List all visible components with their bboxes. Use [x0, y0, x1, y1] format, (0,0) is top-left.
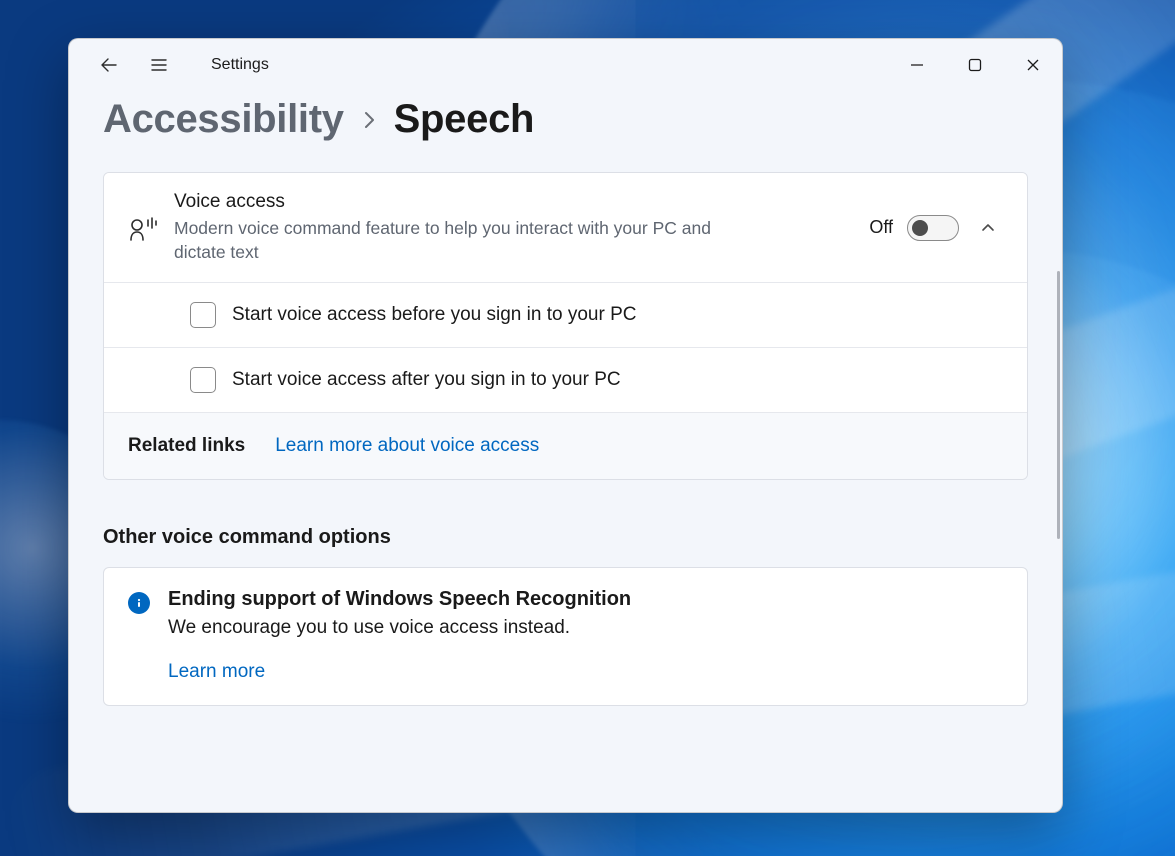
nav-menu-button[interactable]	[137, 45, 181, 85]
voice-access-expander[interactable]	[973, 213, 1003, 243]
voice-access-toggle-label: Off	[869, 217, 893, 238]
voice-access-group: Voice access Modern voice command featur…	[103, 172, 1028, 480]
start-before-signin-checkbox[interactable]	[190, 302, 216, 328]
content-area: Accessibility Speech Voice a	[69, 91, 1062, 812]
breadcrumb: Accessibility Speech	[103, 97, 1028, 142]
maximize-button[interactable]	[946, 45, 1004, 85]
voice-access-header-row[interactable]: Voice access Modern voice command featur…	[104, 173, 1027, 282]
arrow-left-icon	[99, 55, 119, 75]
caption-buttons	[888, 45, 1062, 85]
deprecation-description: We encourage you to use voice access ins…	[168, 617, 631, 639]
other-voice-options-heading: Other voice command options	[103, 526, 1028, 549]
start-after-signin-checkbox[interactable]	[190, 367, 216, 393]
info-icon	[128, 592, 150, 614]
voice-access-icon	[128, 213, 174, 243]
voice-access-title: Voice access	[174, 191, 855, 213]
close-button[interactable]	[1004, 45, 1062, 85]
chevron-right-icon	[362, 109, 376, 137]
start-before-signin-row: Start voice access before you sign in to…	[104, 282, 1027, 347]
back-button[interactable]	[87, 45, 131, 85]
related-links-label: Related links	[128, 435, 245, 457]
deprecation-learn-more-link[interactable]: Learn more	[168, 661, 265, 682]
deprecation-title: Ending support of Windows Speech Recogni…	[168, 588, 631, 611]
voice-access-toggle[interactable]	[907, 215, 959, 241]
hamburger-icon	[149, 55, 169, 75]
wsf-deprecation-card: Ending support of Windows Speech Recogni…	[103, 567, 1028, 706]
learn-more-voice-access-link[interactable]: Learn more about voice access	[275, 435, 539, 457]
titlebar: Settings	[69, 39, 1062, 91]
start-after-signin-label: Start voice access after you sign in to …	[232, 369, 621, 391]
page-title: Speech	[394, 97, 535, 142]
start-after-signin-row: Start voice access after you sign in to …	[104, 347, 1027, 412]
voice-access-description: Modern voice command feature to help you…	[174, 216, 754, 264]
chevron-up-icon	[980, 220, 996, 236]
minimize-icon	[910, 58, 924, 72]
start-before-signin-label: Start voice access before you sign in to…	[232, 304, 636, 326]
scrollbar-thumb[interactable]	[1057, 271, 1060, 539]
window-title: Settings	[211, 56, 269, 74]
close-icon	[1026, 58, 1040, 72]
minimize-button[interactable]	[888, 45, 946, 85]
settings-window: Settings Accessibility	[68, 38, 1063, 813]
maximize-icon	[968, 58, 982, 72]
toggle-knob	[912, 220, 928, 236]
breadcrumb-parent[interactable]: Accessibility	[103, 97, 344, 142]
related-links-row: Related links Learn more about voice acc…	[104, 412, 1027, 479]
